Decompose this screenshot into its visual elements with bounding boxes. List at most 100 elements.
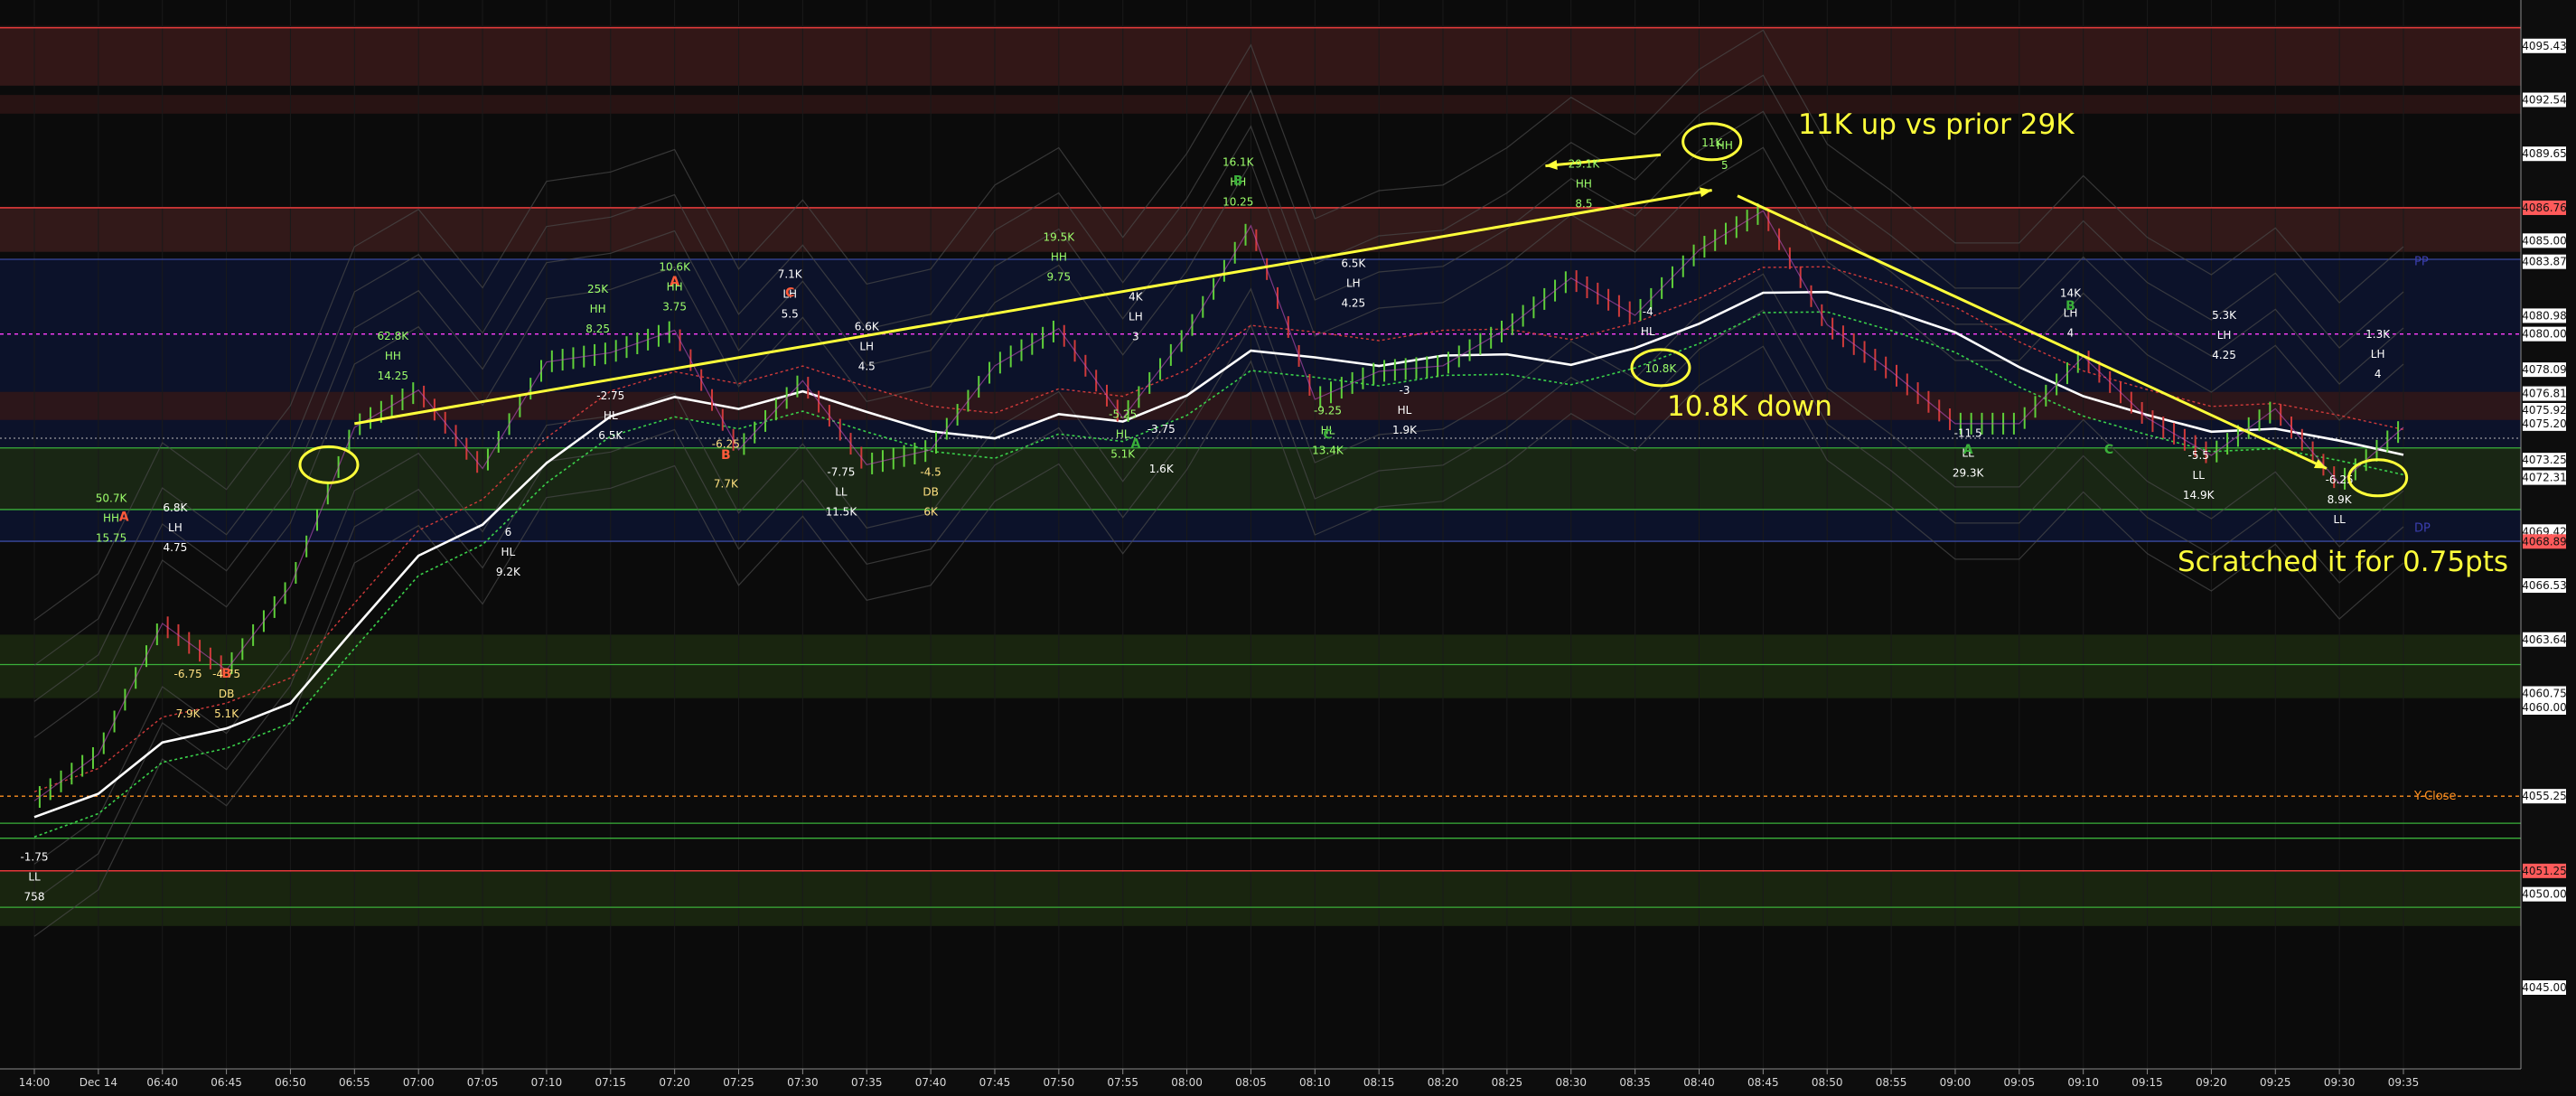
time-tick-label: 07:25 xyxy=(723,1076,754,1089)
swing-label-text: 11.5K xyxy=(826,506,858,519)
swing-label-text: 25K xyxy=(587,283,609,295)
swing-label-text: LH xyxy=(1129,310,1143,323)
swing-label-text: HL xyxy=(1398,404,1412,417)
wave-marker-letter: A xyxy=(119,510,129,524)
price-tick-label: 4066.53 xyxy=(2522,579,2567,592)
swing-label-text: HH xyxy=(103,512,119,525)
swing-label-text: LH xyxy=(1346,276,1361,289)
swing-label-text: 5.1K xyxy=(214,707,239,720)
swing-label-text: HH xyxy=(590,303,606,315)
swing-label-text: LH xyxy=(859,341,874,353)
swing-label-text: LH xyxy=(2371,348,2385,361)
swing-label-text: -7.75 xyxy=(827,466,855,479)
swing-label-text: -1.75 xyxy=(20,850,48,863)
price-tick-label: 4068.89 xyxy=(2522,535,2567,548)
swing-label-text: DB xyxy=(219,688,234,700)
swing-label-text: 4.5 xyxy=(858,361,876,373)
time-tick-label: 08:20 xyxy=(1428,1076,1459,1089)
swing-label-text: 7.7K xyxy=(714,478,739,491)
swing-label-text: 3 xyxy=(1132,330,1139,342)
swing-label-text: 1.6K xyxy=(1149,463,1175,475)
zone-label-2: Y-Close xyxy=(2413,790,2457,803)
swing-label-text: 15.75 xyxy=(96,532,126,545)
swing-label-text: 4.75 xyxy=(164,541,188,554)
zone-band-4 xyxy=(0,207,2521,252)
price-tick-label: 4095.43 xyxy=(2522,40,2567,52)
chart-root: PP DP Y-Close -1.75 LL 758 50.7K HH 15.75 6.8K LH… xyxy=(0,0,2576,1092)
time-tick-label: 09:35 xyxy=(2388,1076,2420,1089)
time-tick-label: 07:55 xyxy=(1107,1076,1138,1089)
time-tick-label: 09:30 xyxy=(2324,1076,2356,1089)
time-tick-label: 08:15 xyxy=(1363,1076,1395,1089)
time-tick-label: 14:00 xyxy=(19,1076,51,1089)
time-tick-label: 08:30 xyxy=(1555,1076,1587,1089)
time-tick-label: 07:35 xyxy=(851,1076,883,1089)
swing-label-text: 9.2K xyxy=(496,566,521,578)
swing-label-text: 3.75 xyxy=(662,300,687,313)
swing-label-text: 4.25 xyxy=(2212,349,2236,361)
swing-label-text: 6.5K xyxy=(1341,257,1366,269)
time-tick-label: 09:20 xyxy=(2196,1076,2227,1089)
swing-label-text: 13.4K xyxy=(1312,445,1344,457)
swing-label-text: 19.5K xyxy=(1044,230,1076,243)
price-tick-label: 4063.64 xyxy=(2522,633,2567,646)
time-tick-label: 07:05 xyxy=(467,1076,499,1089)
swing-label-text: HL xyxy=(1116,428,1130,441)
swing-label-text: 8.5 xyxy=(1575,198,1592,211)
trading-chart[interactable]: PP DP Y-Close -1.75 LL 758 50.7K HH 15.75 6.8K LH… xyxy=(0,0,2576,1092)
time-tick-label: 08:45 xyxy=(1747,1076,1779,1089)
callout-text-2: Scratched it for 0.75pts xyxy=(2178,546,2508,578)
highlight-circle-label: 10.8K xyxy=(1645,362,1678,375)
swing-label-text: 10.25 xyxy=(1222,196,1253,209)
swing-label-text: HL xyxy=(1641,325,1655,338)
wave-marker-letter: A xyxy=(1130,437,1140,452)
swing-label-text: -11.5 xyxy=(1954,426,1982,439)
time-tick-label: 07:20 xyxy=(659,1076,690,1089)
swing-label-text: 14.9K xyxy=(2183,489,2215,501)
time-tick-label: Dec 14 xyxy=(80,1076,117,1089)
highlight-circle-label: 11K xyxy=(1701,136,1723,149)
zone-band-6 xyxy=(0,634,2521,698)
callout-text-0: 11K up vs prior 29K xyxy=(1798,108,2075,141)
time-tick-label: 08:10 xyxy=(1299,1076,1331,1089)
swing-label-text: LH xyxy=(2217,329,2232,342)
price-tick-label: 4076.81 xyxy=(2522,388,2567,400)
swing-label-text: 5 xyxy=(1721,159,1728,172)
swing-label-text: 6K xyxy=(923,506,939,519)
time-tick-label: 09:05 xyxy=(2004,1076,2036,1089)
swing-label-text: 1.3K xyxy=(2365,328,2391,341)
swing-label-text: 8.25 xyxy=(585,323,610,335)
time-tick-label: 09:25 xyxy=(2260,1076,2291,1089)
price-tick-label: 4080.98 xyxy=(2522,309,2567,322)
time-tick-label: 07:40 xyxy=(915,1076,947,1089)
callout-text-1: 10.8K down xyxy=(1667,390,1832,423)
swing-label-text: 758 xyxy=(24,890,45,903)
wave-marker-letter: B xyxy=(2065,299,2075,314)
swing-label-text: LL xyxy=(28,870,41,883)
zone-band-3 xyxy=(0,447,2521,510)
swing-label-text: -3 xyxy=(1400,384,1410,397)
price-tick-label: 4073.25 xyxy=(2522,454,2567,466)
swing-label-text: 8.9K xyxy=(2328,493,2353,506)
time-tick-label: 08:00 xyxy=(1171,1076,1203,1089)
price-tick-label: 4075.92 xyxy=(2522,404,2567,417)
swing-label-text: 6.6K xyxy=(855,321,880,333)
wave-marker-letter: B xyxy=(721,448,731,463)
swing-label-text: 5.3K xyxy=(2212,309,2237,322)
time-tick-label: 07:30 xyxy=(787,1076,819,1089)
swing-label-text: 50.7K xyxy=(96,492,128,505)
time-tick-label: 07:15 xyxy=(595,1076,626,1089)
wave-marker-letter: C xyxy=(1323,427,1332,442)
price-tick-label: 4072.31 xyxy=(2522,472,2567,484)
price-tick-label: 4075.20 xyxy=(2522,417,2567,430)
time-tick-label: 08:40 xyxy=(1683,1076,1715,1089)
price-tick-label: 4050.00 xyxy=(2522,888,2567,901)
swing-label-text: DB xyxy=(923,486,938,499)
wave-marker-letter: A xyxy=(670,275,679,289)
wave-marker-letter: C xyxy=(2104,443,2113,457)
time-tick-label: 06:50 xyxy=(275,1076,306,1089)
swing-label-text: HH xyxy=(1576,178,1592,191)
price-tick-label: 4055.25 xyxy=(2522,790,2567,802)
swing-label-text: -4 xyxy=(1643,305,1653,318)
time-tick-label: 08:50 xyxy=(1812,1076,1843,1089)
